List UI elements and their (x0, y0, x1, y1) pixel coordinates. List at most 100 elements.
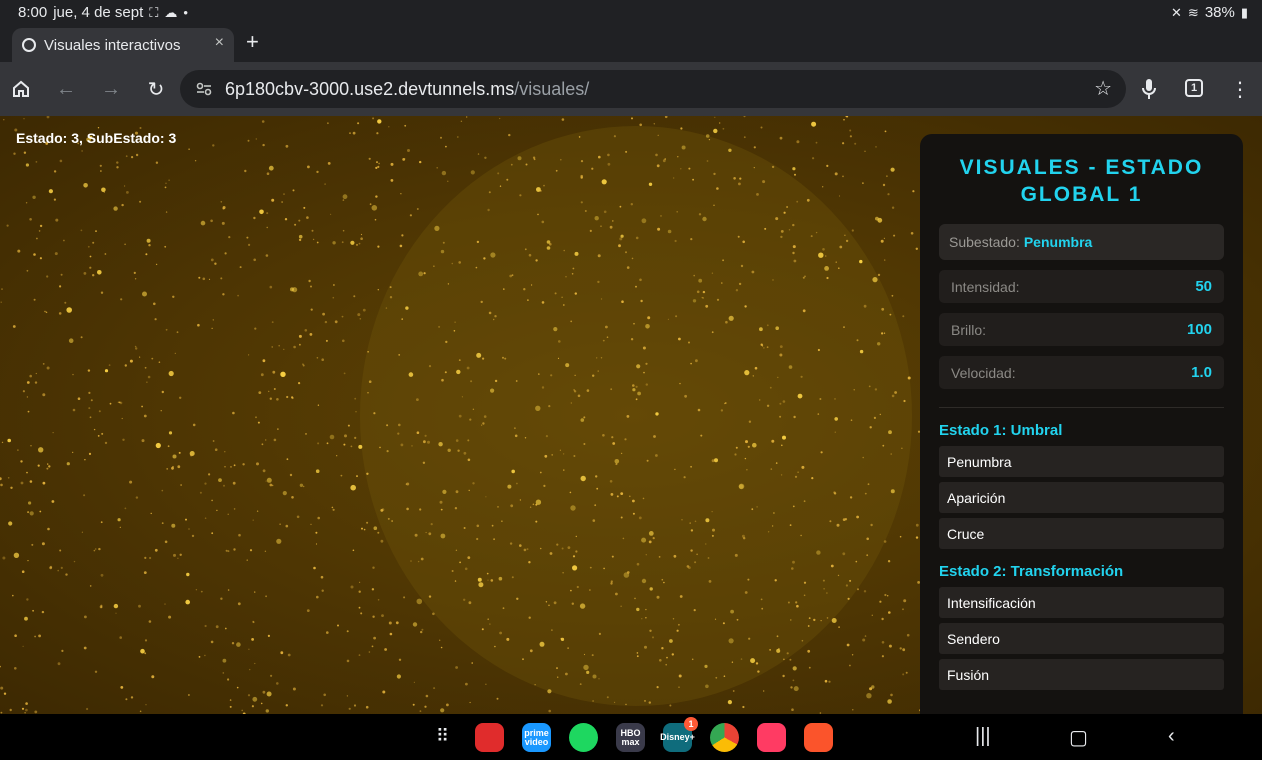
particle (510, 163, 513, 166)
particle (372, 615, 375, 618)
particle (303, 485, 305, 488)
particle (822, 186, 824, 188)
disney-plus-app-icon[interactable]: Disney+ 1 (660, 717, 698, 752)
particle (329, 434, 335, 440)
back-button-icon[interactable]: ‹ (1168, 725, 1175, 748)
particle (808, 666, 811, 669)
particle (286, 395, 289, 399)
prime-video-app-icon[interactable]: prime video (522, 723, 551, 752)
particle (901, 447, 903, 449)
particle (514, 434, 518, 438)
particle (463, 451, 467, 455)
particle (284, 218, 288, 221)
particle (775, 217, 779, 221)
particle (854, 142, 857, 145)
particle (143, 571, 147, 574)
metric-value: 1.0 (1191, 364, 1212, 381)
particle (45, 311, 48, 314)
particle (692, 299, 697, 303)
particle (764, 227, 767, 230)
camera-app-icon[interactable] (757, 723, 786, 752)
particle (523, 548, 527, 552)
particle (472, 482, 475, 485)
option-fusion[interactable]: Fusión (939, 659, 1224, 690)
particle (401, 234, 404, 237)
particle (233, 464, 236, 467)
app-drawer-icon[interactable]: ⠿ (436, 726, 449, 747)
particle (824, 255, 827, 257)
particle (847, 597, 850, 600)
more-menu-icon[interactable]: ⋮ (1226, 75, 1254, 103)
particle (600, 357, 603, 359)
particle (636, 607, 640, 612)
particle (451, 262, 454, 265)
particle (906, 633, 910, 637)
particle (789, 524, 792, 526)
option-intensificacion[interactable]: Intensificación (939, 587, 1224, 618)
particle (35, 161, 38, 163)
tab-switcher-button[interactable]: 1 (1185, 79, 1203, 97)
particle (663, 581, 665, 584)
particle (315, 531, 318, 534)
particle (254, 327, 257, 330)
flipboard-app-icon[interactable] (475, 723, 504, 752)
particle (487, 208, 490, 212)
particle (720, 409, 724, 412)
recent-apps-icon[interactable]: ||| (975, 725, 991, 748)
notification-dot-icon: • (183, 5, 188, 20)
address-bar[interactable]: 6p180cbv-3000.use2.devtunnels.ms/visuale… (180, 70, 1126, 108)
particle (655, 412, 659, 416)
visual-canvas[interactable]: Estado: 3, SubEstado: 3 VISUALES - ESTAD… (0, 116, 1262, 714)
particle (570, 589, 572, 592)
bookmark-star-icon[interactable]: ☆ (1094, 76, 1112, 101)
particle (796, 200, 799, 203)
particle (534, 684, 536, 686)
option-cruce[interactable]: Cruce (939, 518, 1224, 549)
screenshot-icon: ⛶ (149, 4, 159, 20)
particle (813, 618, 816, 622)
substate-value: Penumbra (1023, 234, 1093, 250)
home-button-icon[interactable]: ▢ (1069, 725, 1088, 750)
forward-icon[interactable]: → (97, 75, 125, 103)
particle (579, 683, 582, 685)
chrome-app-icon[interactable] (710, 723, 739, 752)
reload-icon[interactable]: ↻ (142, 75, 170, 103)
new-tab-button[interactable]: + (246, 29, 259, 55)
particle (574, 292, 577, 295)
back-icon[interactable]: ← (52, 75, 80, 103)
particle (842, 552, 846, 556)
system-status-bar: 8:00 jue, 4 de sept ⛶ ☁ • ✕ ≋ 38% ▮ (0, 0, 1262, 26)
particle (714, 618, 717, 620)
particle (200, 590, 203, 593)
particle (656, 595, 660, 599)
particle (384, 648, 387, 651)
close-tab-icon[interactable]: × (215, 34, 224, 52)
hbo-max-app-icon[interactable]: HBO max (616, 723, 645, 752)
option-aparicion[interactable]: Aparición (939, 482, 1224, 513)
particle (694, 520, 697, 523)
browser-tab[interactable]: Visuales interactivos × (12, 28, 234, 62)
particle (141, 405, 144, 408)
brave-app-icon[interactable] (804, 723, 833, 752)
particle (606, 696, 609, 699)
particle (845, 584, 849, 587)
option-penumbra[interactable]: Penumbra (939, 446, 1224, 477)
particle (145, 704, 147, 706)
particle (77, 397, 81, 401)
particle (867, 483, 870, 486)
particle (298, 382, 301, 385)
particle (782, 435, 786, 440)
particle (543, 184, 545, 187)
particle (563, 249, 565, 252)
microphone-icon[interactable] (1135, 75, 1163, 103)
home-icon[interactable] (7, 75, 35, 103)
particle (470, 170, 475, 175)
particle (26, 598, 29, 601)
spotify-app-icon[interactable] (569, 723, 598, 752)
option-sendero[interactable]: Sendero (939, 623, 1224, 654)
particle (232, 481, 236, 485)
site-settings-icon[interactable] (194, 79, 214, 99)
particle (472, 408, 475, 410)
particle (266, 691, 272, 697)
particle (625, 703, 627, 706)
